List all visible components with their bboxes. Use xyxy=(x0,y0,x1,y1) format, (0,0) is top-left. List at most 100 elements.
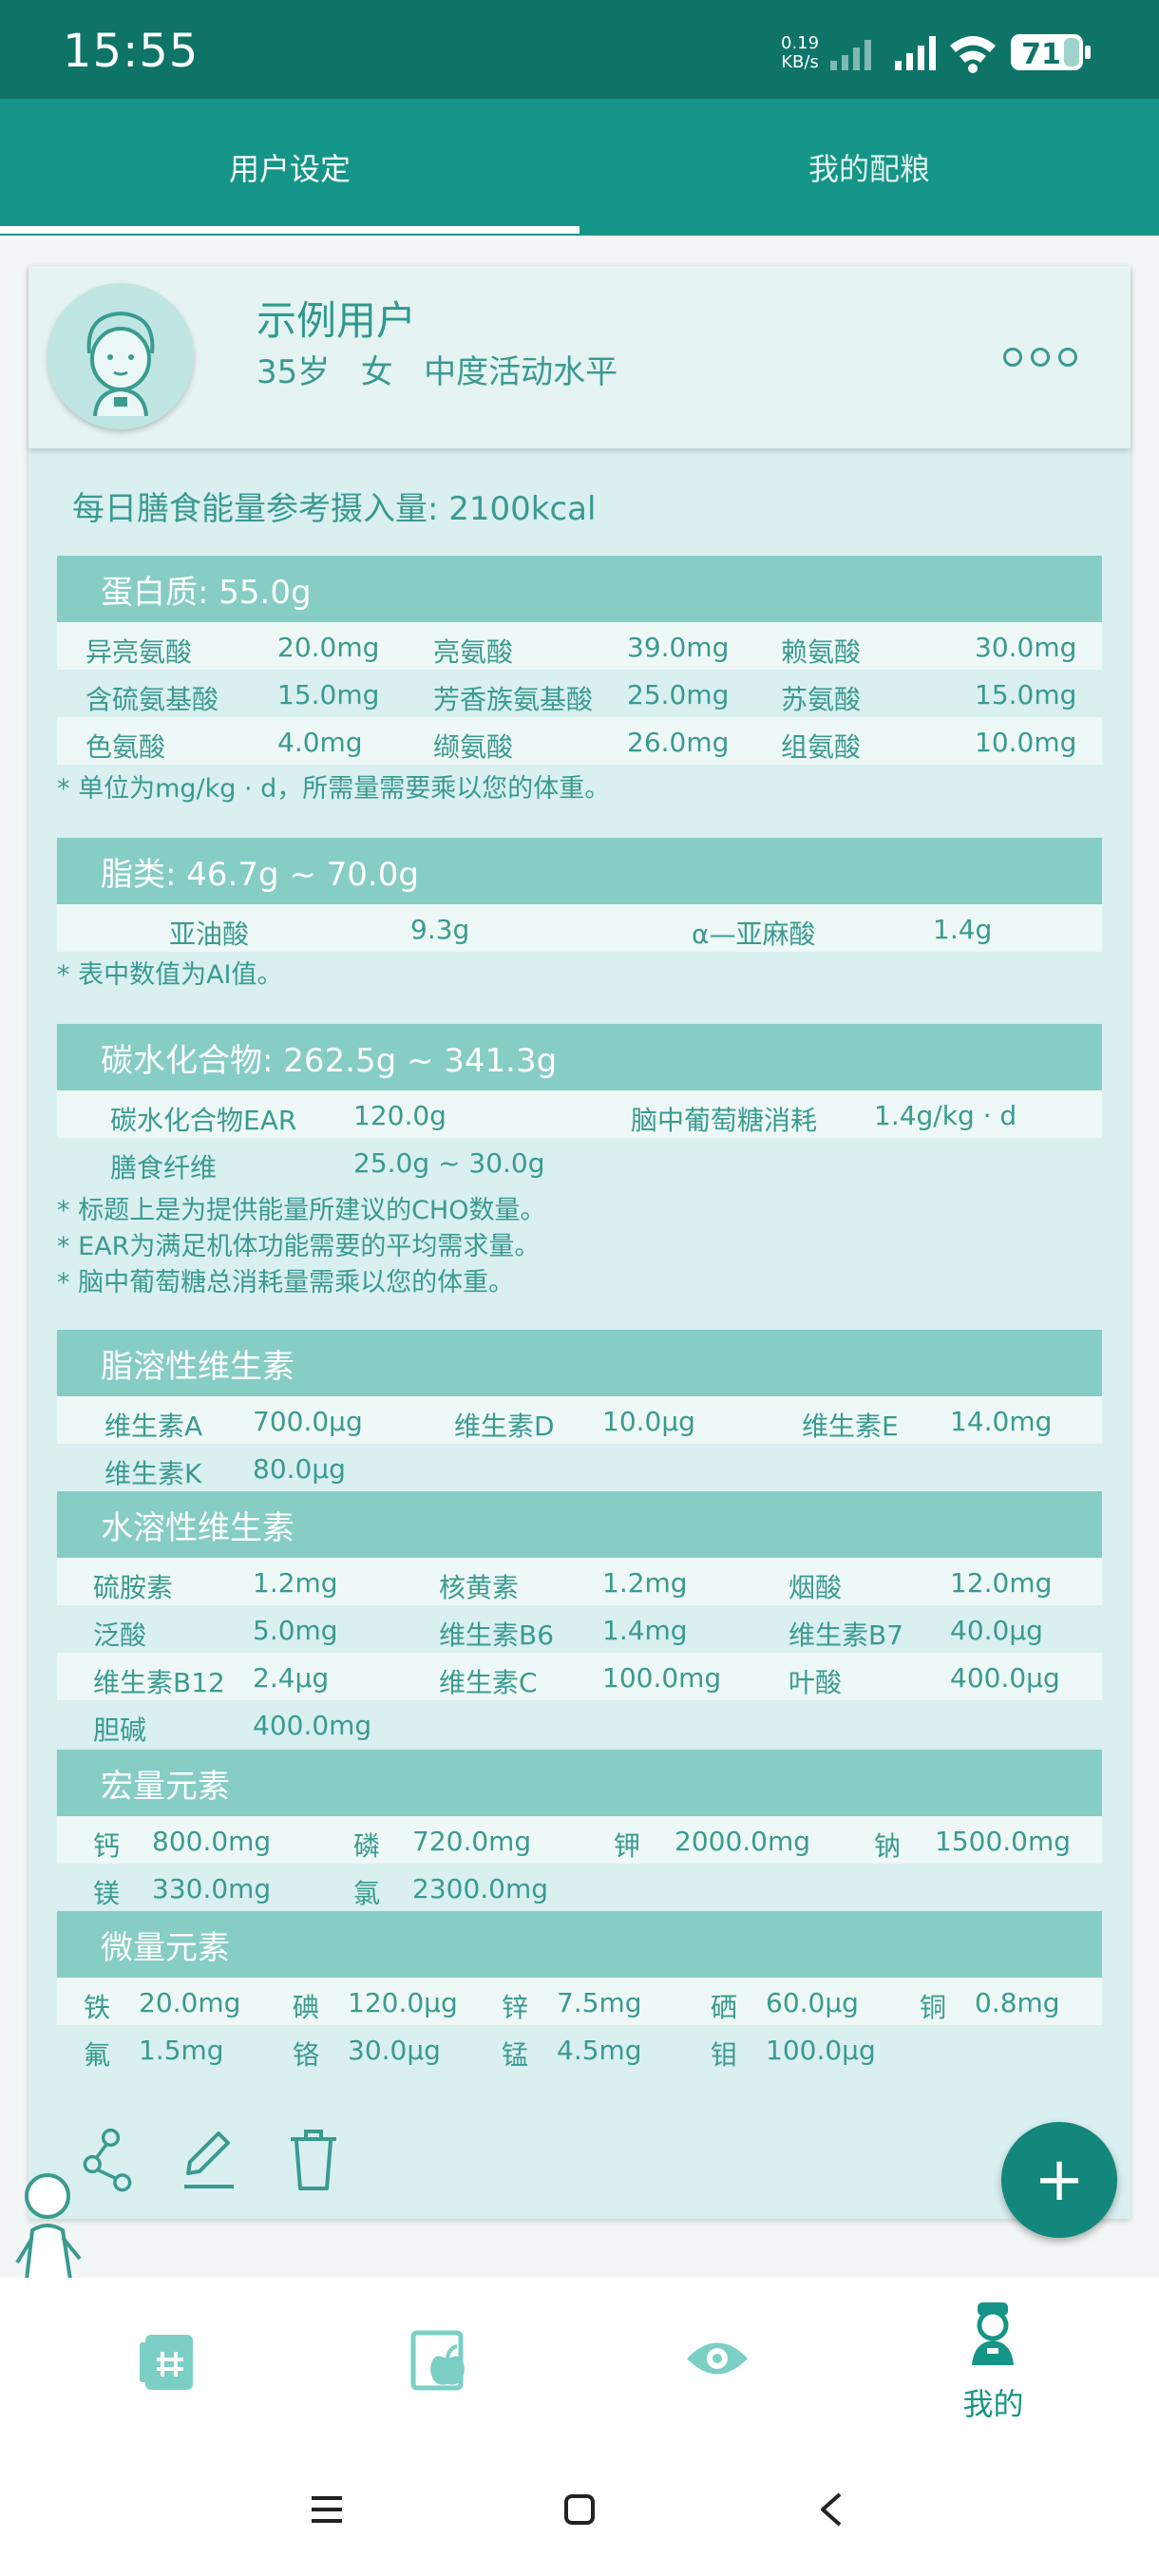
nutrient-name: 膳食纤维 xyxy=(110,1152,218,1184)
water-vitamins-header: 水溶性维生素 xyxy=(57,1491,1102,1558)
nutrient-value: 4.5mg xyxy=(557,2035,642,2066)
signal-weak-icon xyxy=(830,40,871,70)
table-row: 胆碱 400.0mg xyxy=(57,1700,1102,1748)
delete-icon[interactable] xyxy=(287,2128,340,2194)
carb-note-line: * 标题上是为提供能量所建议的CHO数量。 xyxy=(57,1196,546,1225)
wifi-icon xyxy=(950,36,996,73)
table-row: 亚油酸 9.3g α—亚麻酸 1.4g xyxy=(57,904,1102,952)
nutrient-name: 亚油酸 xyxy=(169,919,250,950)
calculator-icon xyxy=(140,2335,193,2390)
table-row: 碳水化合物EAR 120.0g 脑中葡萄糖消耗 1.4g/kg · d xyxy=(57,1090,1102,1138)
nutrient-name: 钙 xyxy=(93,1830,121,1862)
nutrient-name: 异亮氨酸 xyxy=(86,636,193,668)
table-row: 氟 1.5mg 铬 30.0μg 锰 4.5mg 钼 100.0μg xyxy=(57,2025,1102,2073)
user-doctor-icon xyxy=(972,2302,1014,2365)
nutrient-value: 15.0mg xyxy=(277,679,380,710)
nutrient-name: 维生素B7 xyxy=(788,1619,904,1651)
nutrient-value: 330.0mg xyxy=(152,1873,272,1904)
nutrient-name: 碳水化合物EAR xyxy=(110,1105,297,1136)
nutrient-value: 120.0μg xyxy=(348,1987,458,2018)
nutrient-name: 锌 xyxy=(502,1992,529,2023)
nutrient-name: 铬 xyxy=(293,2039,320,2071)
tab-user-settings[interactable]: 用户设定 xyxy=(0,99,580,236)
nutrient-value: 10.0mg xyxy=(975,727,1077,758)
nav-mine[interactable]: 我的 xyxy=(848,2278,1138,2447)
network-speed-value: 0.19 xyxy=(781,33,820,53)
nutrient-value: 1.4g/kg · d xyxy=(874,1100,1017,1131)
nutrient-name: 镁 xyxy=(93,1878,121,1909)
battery-level: 71 xyxy=(1021,38,1061,71)
nutrient-name: 硫胺素 xyxy=(93,1572,174,1603)
nutrient-name: 胆碱 xyxy=(93,1714,147,1746)
nutrient-value: 4.0mg xyxy=(277,727,363,758)
nutrient-name: 赖氨酸 xyxy=(781,636,862,668)
carb-note: * 标题上是为提供能量所建议的CHO数量。 * EAR为满足机体功能需要的平均需… xyxy=(57,1193,546,1301)
micro-elements-header: 微量元素 xyxy=(57,1911,1102,1978)
user-age: 35岁 xyxy=(256,353,331,391)
nutrient-name: 硒 xyxy=(711,1992,738,2023)
nutrient-value: 100.0mg xyxy=(602,1662,722,1694)
nutrient-name: 维生素C xyxy=(439,1667,538,1698)
table-row: 维生素B12 2.4μg 维生素C 100.0mg 叶酸 400.0μg xyxy=(57,1653,1102,1700)
nutrient-name: 铁 xyxy=(84,1992,111,2023)
nutrient-name: 组氨酸 xyxy=(781,731,862,763)
signal-icon xyxy=(895,36,936,70)
table-row: 镁 330.0mg 氯 2300.0mg xyxy=(57,1864,1102,1911)
nutrient-value: 720.0mg xyxy=(412,1826,532,1857)
nutrient-name: 色氨酸 xyxy=(86,731,166,763)
table-row: 泛酸 5.0mg 维生素B6 1.4mg 维生素B7 40.0μg xyxy=(57,1605,1102,1653)
user-gender: 女 xyxy=(360,353,393,391)
nutrient-value: 14.0mg xyxy=(950,1406,1053,1437)
energy-intake: 每日膳食能量参考摄入量: 2100kcal xyxy=(72,490,597,528)
table-row: 维生素A 700.0μg 维生素D 10.0μg 维生素E 14.0mg xyxy=(57,1396,1102,1444)
network-speed-unit: KB/s xyxy=(781,52,819,72)
network-speed: 0.19 KB/s xyxy=(781,34,819,72)
nutrient-name: 亮氨酸 xyxy=(433,636,514,668)
protein-note: * 单位为mg/kg · d，所需量需要乘以您的体重。 xyxy=(57,774,611,804)
more-options-icon[interactable] xyxy=(1003,346,1077,369)
nutrient-value: 7.5mg xyxy=(557,1987,642,2018)
nutrient-name: α—亚麻酸 xyxy=(692,919,816,950)
battery-icon: 71 xyxy=(1011,34,1091,71)
fat-note: * 表中数值为AI值。 xyxy=(57,960,283,990)
bottom-nav: 我的 xyxy=(0,2278,1159,2447)
nutrient-value: 800.0mg xyxy=(152,1826,272,1857)
table-row: 钙 800.0mg 磷 720.0mg 钾 2000.0mg 钠 1500.0m… xyxy=(57,1816,1102,1864)
nutrient-value: 1.2mg xyxy=(253,1567,338,1599)
user-name: 示例用户 xyxy=(256,297,417,344)
edit-icon[interactable] xyxy=(180,2128,238,2194)
nutrient-value: 1.5mg xyxy=(139,2035,224,2066)
nav-food[interactable] xyxy=(297,2278,587,2447)
nutrient-value: 15.0mg xyxy=(975,679,1077,710)
nutrient-value: 120.0g xyxy=(353,1100,446,1131)
tab-bar: 用户设定 我的配粮 xyxy=(0,99,1159,236)
carb-note-line: * 脑中葡萄糖总消耗量需乘以您的体重。 xyxy=(57,1268,515,1297)
home-icon[interactable] xyxy=(562,2492,597,2527)
nutrient-name: 含硫氨基酸 xyxy=(86,684,219,715)
nutrient-value: 400.0μg xyxy=(950,1662,1060,1694)
add-button[interactable]: + xyxy=(1001,2122,1117,2238)
food-apple-icon xyxy=(410,2330,465,2391)
tab-my-diet[interactable]: 我的配粮 xyxy=(580,99,1159,236)
nutrient-value: 30.0μg xyxy=(348,2035,441,2066)
table-row: 含硫氨基酸 15.0mg 芳香族氨基酸 25.0mg 苏氨酸 15.0mg xyxy=(57,670,1102,717)
nutrient-value: 25.0mg xyxy=(627,679,730,710)
nutrient-name: 烟酸 xyxy=(788,1572,843,1603)
nutrient-name: 钾 xyxy=(614,1830,641,1862)
table-row: 异亮氨酸 20.0mg 亮氨酸 39.0mg 赖氨酸 30.0mg xyxy=(57,622,1102,670)
nutrient-value: 1500.0mg xyxy=(935,1826,1072,1857)
menu-icon[interactable] xyxy=(310,2492,344,2527)
nutrient-value: 39.0mg xyxy=(627,632,730,663)
nutrient-value: 26.0mg xyxy=(627,727,730,758)
nutrient-value: 1.4mg xyxy=(602,1615,688,1646)
back-icon[interactable] xyxy=(815,2491,849,2529)
nutrient-name: 磷 xyxy=(353,1830,381,1862)
avatar[interactable] xyxy=(48,283,194,429)
eye-icon xyxy=(687,2342,748,2375)
protein-header: 蛋白质: 55.0g xyxy=(57,556,1102,622)
nav-calculator[interactable] xyxy=(22,2278,312,2447)
nutrient-value: 25.0g ~ 30.0g xyxy=(353,1147,545,1179)
nutrient-name: 泛酸 xyxy=(93,1619,147,1651)
nav-view[interactable] xyxy=(573,2278,863,2447)
nutrient-value: 1.4g xyxy=(933,914,993,945)
